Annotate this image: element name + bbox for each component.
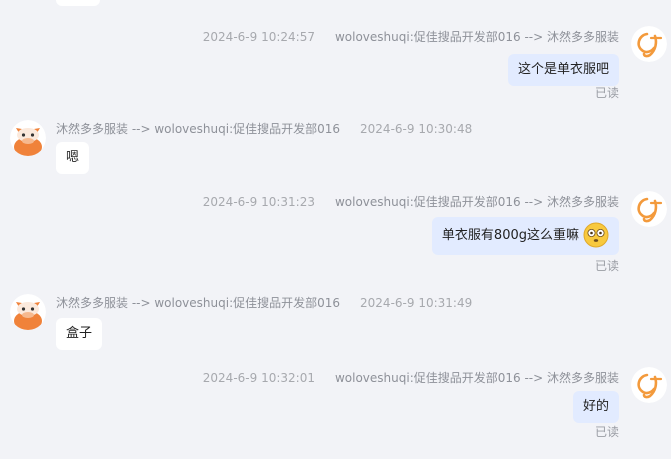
message-time: 2024-6-9 10:30:48: [360, 122, 473, 136]
message-meta: 2024-6-9 10:32:01 woloveshuqi:促佳搜品开发部016 …: [203, 369, 619, 386]
cow-face-avatar[interactable]: [10, 120, 46, 156]
previous-message-bubble: [56, 0, 100, 6]
message-bubble[interactable]: 单衣服有800g这么重嘛: [431, 217, 619, 255]
message-text: 单衣服有800g这么重嘛: [441, 228, 579, 243]
message-route: 沐然多多服装 --> woloveshuqi:促佳搜品开发部016: [56, 122, 341, 136]
read-status: 已读: [594, 425, 619, 439]
read-status: 已读: [594, 259, 619, 273]
brand-logo-avatar[interactable]: [631, 191, 667, 227]
brand-logo-avatar[interactable]: [631, 26, 667, 62]
message-bubble[interactable]: 嗯: [56, 142, 90, 174]
message-time: 2024-6-9 10:32:01: [202, 371, 315, 385]
message-bubble[interactable]: 这个是单衣服吧: [507, 54, 619, 86]
message-time: 2024-6-9 10:24:57: [202, 30, 315, 44]
message-bubble[interactable]: 盒子: [56, 318, 103, 350]
message-route: woloveshuqi:促佳搜品开发部016 --> 沐然多多服装: [334, 371, 619, 385]
message-route: woloveshuqi:促佳搜品开发部016 --> 沐然多多服装: [334, 30, 619, 44]
message-route: woloveshuqi:促佳搜品开发部016 --> 沐然多多服装: [334, 195, 619, 209]
message-time: 2024-6-9 10:31:49: [360, 296, 473, 310]
brand-logo-avatar[interactable]: [631, 367, 667, 403]
message-meta: 2024-6-9 10:31:23 woloveshuqi:促佳搜品开发部016 …: [203, 193, 619, 210]
flushed-face-emoji: [583, 222, 609, 248]
message-route: 沐然多多服装 --> woloveshuqi:促佳搜品开发部016: [56, 296, 341, 310]
message-bubble[interactable]: 好的: [572, 391, 619, 423]
message-time: 2024-6-9 10:31:23: [202, 195, 315, 209]
message-meta: 沐然多多服装 --> woloveshuqi:促佳搜品开发部016 2024-6-…: [56, 120, 472, 137]
cow-face-avatar[interactable]: [10, 294, 46, 330]
message-meta: 沐然多多服装 --> woloveshuqi:促佳搜品开发部016 2024-6-…: [56, 294, 472, 311]
read-status: 已读: [594, 86, 619, 100]
message-meta: 2024-6-9 10:24:57 woloveshuqi:促佳搜品开发部016 …: [203, 28, 619, 45]
